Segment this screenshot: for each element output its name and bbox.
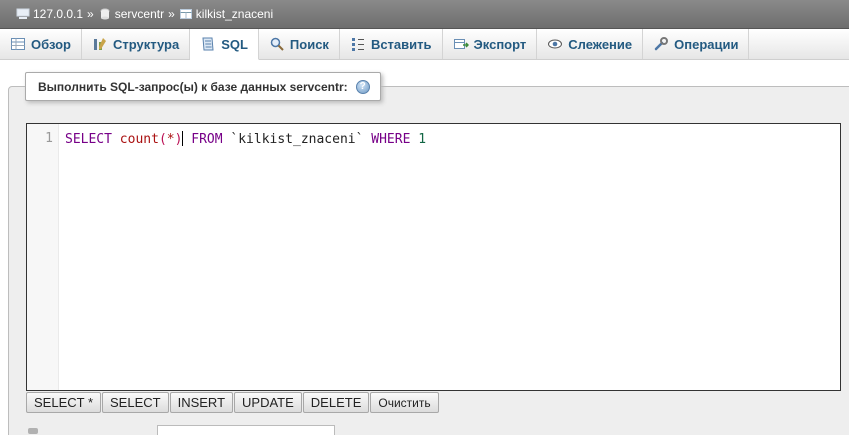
select-button[interactable]: SELECT <box>102 392 169 413</box>
sql-icon <box>202 37 214 51</box>
breadcrumb-table-label: kilkist_znaceni <box>195 7 274 21</box>
tab-tracking[interactable]: Слежение <box>537 29 644 59</box>
sql-query-text[interactable]: SELECT count(*) FROM `kilkist_znaceni` W… <box>65 131 426 147</box>
sql-number: 1 <box>418 132 427 147</box>
tab-tracking-label: Слежение <box>568 36 633 52</box>
sql-keyword-where: WHERE <box>371 132 411 147</box>
breadcrumb-server[interactable]: 127.0.0.1 <box>16 7 83 21</box>
editor-gutter: 1 <box>27 124 59 390</box>
sql-paren-close: ) <box>174 132 183 147</box>
tab-structure-label: Структура <box>113 36 180 52</box>
cutoff-label <box>28 428 38 434</box>
insert-icon <box>351 38 364 51</box>
sql-paren-open: ( <box>158 132 167 147</box>
tab-export[interactable]: Экспорт <box>443 29 538 59</box>
breadcrumb-database-label: servcentr <box>114 7 165 21</box>
help-icon[interactable]: ? <box>355 79 370 94</box>
tab-search-label: Поиск <box>289 36 329 52</box>
tab-sql-label: SQL <box>221 36 248 52</box>
breadcrumb: 127.0.0.1 » servcentr » kilkist_znaceni <box>0 0 849 29</box>
operations-icon <box>654 37 669 51</box>
tab-browse-label: Обзор <box>31 36 71 52</box>
breadcrumb-server-label: 127.0.0.1 <box>33 7 84 21</box>
sql-star: * <box>166 132 175 147</box>
tab-insert[interactable]: Вставить <box>340 29 443 59</box>
tab-insert-label: Вставить <box>370 36 432 52</box>
insert-button[interactable]: INSERT <box>169 392 234 413</box>
text-cursor <box>182 131 184 146</box>
tab-operations-label: Операции <box>674 36 739 52</box>
export-icon <box>453 39 469 49</box>
breadcrumb-table[interactable]: kilkist_znaceni <box>179 7 273 21</box>
sql-keyword-from: FROM <box>191 132 223 147</box>
tab-bar-filler <box>749 29 849 59</box>
breadcrumb-separator: » <box>87 7 94 21</box>
sql-table-name: `kilkist_znaceni` <box>230 132 364 147</box>
select-star-button[interactable]: SELECT * <box>26 392 102 413</box>
clear-button[interactable]: Очистить <box>370 392 439 413</box>
tab-bar: Обзор Структура SQL Поиск Вставить Экспо… <box>0 29 849 60</box>
structure-icon <box>94 38 106 50</box>
search-icon <box>270 37 284 51</box>
sql-snippet-buttons: SELECT * SELECT INSERT UPDATE DELETE Очи… <box>26 392 440 413</box>
cutoff-input[interactable] <box>157 425 335 435</box>
sql-function-count: count <box>119 132 159 147</box>
delete-button[interactable]: DELETE <box>302 392 370 413</box>
tab-export-label: Экспорт <box>473 36 527 52</box>
tab-operations[interactable]: Операции <box>643 29 750 59</box>
sql-keyword-select: SELECT <box>65 132 112 147</box>
breadcrumb-separator: » <box>168 7 175 21</box>
table-icon <box>179 9 192 19</box>
sql-legend-label: Выполнить SQL-запрос(ы) к базе данных se… <box>38 79 348 94</box>
sql-editor[interactable]: 1 SELECT count(*) FROM `kilkist_znaceni`… <box>26 123 841 391</box>
tab-sql[interactable]: SQL <box>190 29 259 60</box>
browse-icon <box>11 38 25 50</box>
tab-search[interactable]: Поиск <box>259 29 340 59</box>
tab-browse[interactable]: Обзор <box>0 29 82 59</box>
tracking-icon <box>548 39 563 49</box>
breadcrumb-database[interactable]: servcentr <box>98 7 164 21</box>
database-icon <box>100 8 110 20</box>
line-number: 1 <box>45 131 53 146</box>
server-icon <box>16 8 30 19</box>
sql-legend: Выполнить SQL-запрос(ы) к базе данных se… <box>25 72 381 101</box>
tab-structure[interactable]: Структура <box>82 29 191 59</box>
update-button[interactable]: UPDATE <box>234 392 302 413</box>
